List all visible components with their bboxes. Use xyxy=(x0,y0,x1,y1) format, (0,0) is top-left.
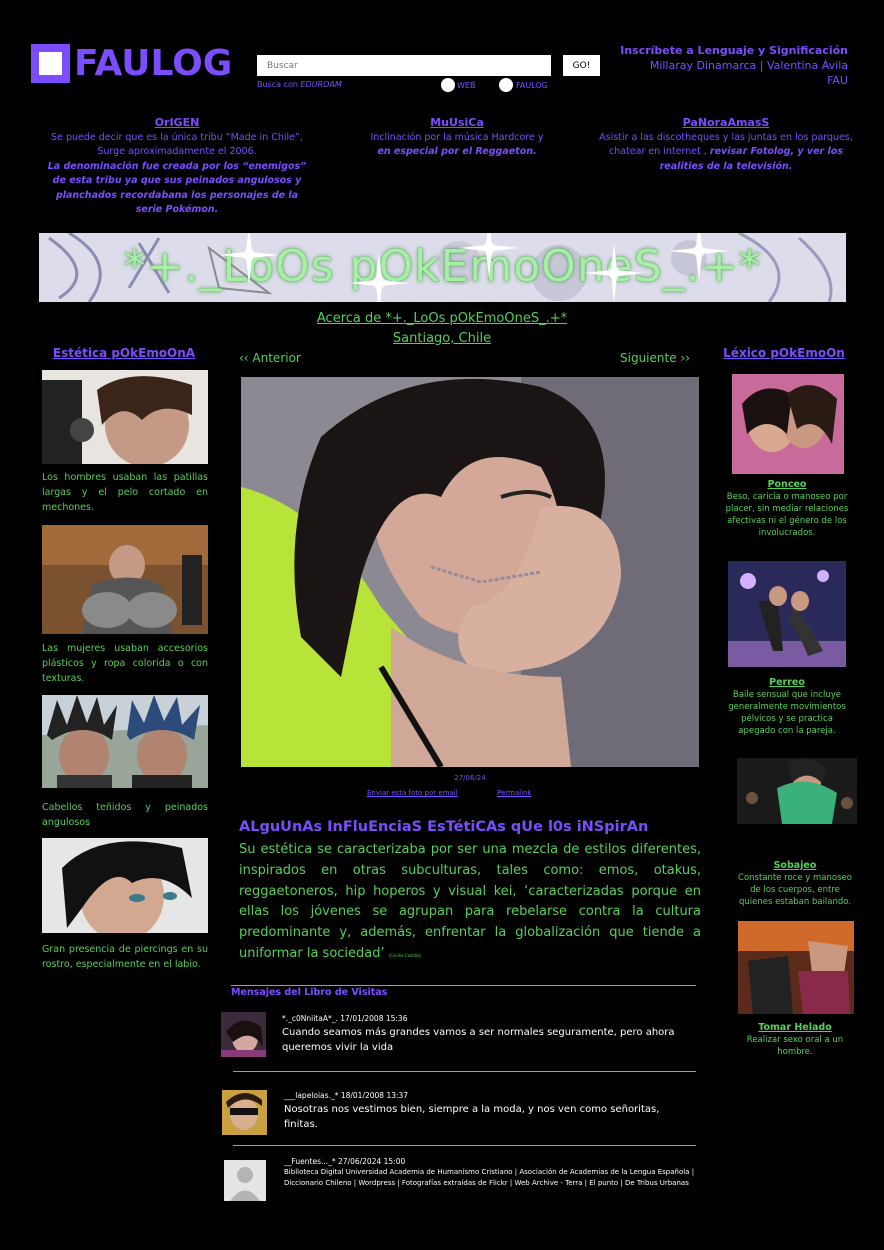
lexicon-photo-1[interactable] xyxy=(732,374,844,474)
permalink[interactable]: Permalink xyxy=(497,789,532,797)
logo-mark[interactable] xyxy=(31,44,70,83)
left-column-title[interactable]: Estética pOkEmoOnA xyxy=(42,346,206,360)
lexicon-definition: Realizar sexo oral a un hombre. xyxy=(746,1035,844,1057)
divider xyxy=(233,1071,696,1072)
influences-citation: (Cecilia Castillo) xyxy=(388,952,422,958)
aesthetic-photo-2[interactable] xyxy=(42,525,208,634)
intro-musica: MuUsiCa Inclinación por la música Hardco… xyxy=(332,116,582,160)
intro-origen-title[interactable]: OrIGEN xyxy=(42,116,312,131)
aesthetic-photo-4[interactable] xyxy=(42,838,208,933)
aesthetic-photo-3[interactable] xyxy=(42,695,208,788)
signup-block: Inscríbete a Lenguaje y Significación Mi… xyxy=(608,43,848,88)
logo-text[interactable]: FAULOG xyxy=(74,42,232,86)
influences-text: Su estética se caracterizaba por ser una… xyxy=(239,842,701,961)
radio-faulog-label: FAULOG xyxy=(516,81,548,90)
lexicon-term[interactable]: Ponceo xyxy=(725,479,849,490)
lexicon-photo-4[interactable] xyxy=(738,921,854,1014)
signup-school: FAU xyxy=(827,74,848,87)
sparkle-icon xyxy=(219,233,279,285)
influences-title: ALguUnAs InFluEnciaS EsTétiCAs qUe l0s i… xyxy=(239,819,649,835)
aesthetic-photo-1[interactable] xyxy=(42,370,208,464)
guestbook-entry-text: Biblioteca Digital Universidad Academia … xyxy=(284,1168,695,1187)
intro-musica-bold: en especial por el Reggaeton. xyxy=(377,146,537,157)
lexicon-definition: Beso, caricia o manoseo por placer, sin … xyxy=(725,492,849,538)
intro-origen-text: Se puede decir que es la única tribu “Ma… xyxy=(51,131,303,158)
about-location[interactable]: Santiago, Chile xyxy=(300,329,584,348)
send-email-link[interactable]: Enviar esta foto por email xyxy=(367,789,458,797)
guestbook-entry-text: Cuando seamos más grandes vamos a ser no… xyxy=(282,1027,675,1053)
guestbook-entry-text: Nosotras nos vestimos bien, siempre a la… xyxy=(284,1104,660,1130)
sparkle-icon xyxy=(459,233,519,278)
intro-musica-text: Inclinación por la música Hardcore y xyxy=(370,131,544,143)
lexicon-photo-3[interactable] xyxy=(737,758,857,824)
photo-date: 27/06/24 xyxy=(454,774,486,782)
radio-faulog[interactable] xyxy=(499,78,513,92)
main-photo[interactable] xyxy=(241,377,699,767)
intro-musica-title[interactable]: MuUsiCa xyxy=(332,116,582,131)
banner: *+._LoOs pOkEmoOneS_.+* xyxy=(39,233,846,302)
intro-origen: OrIGEN Se puede decir que es la única tr… xyxy=(42,116,312,218)
divider xyxy=(233,1145,696,1146)
intro-panoramas-title[interactable]: PaNoraAmasS xyxy=(594,116,858,131)
radio-web[interactable] xyxy=(441,78,455,92)
search-with-label: Busca con EDUROAM xyxy=(257,80,342,89)
previous-link[interactable]: ‹‹ Anterior xyxy=(239,351,301,365)
intro-origen-bold: La denominación fue creada por los “enem… xyxy=(47,160,307,216)
lexicon-definition: Constante roce y manoseo de los cuerpos,… xyxy=(738,873,852,907)
radio-web-label: WEB xyxy=(457,81,476,90)
lexicon-photo-2[interactable] xyxy=(728,561,846,667)
lexicon-definition: Baile sensual que incluye generalmente m… xyxy=(728,690,846,736)
guestbook-entry-meta: ___lapeloias._* 18/01/2008 13:37 xyxy=(284,1091,409,1100)
sparkle-icon xyxy=(669,233,729,281)
guestbook-entry-meta: __Fuentes..._* 27/06/2024 15:00 xyxy=(284,1157,406,1166)
aesthetic-caption-3: Cabellos teñidos y peinados angulosos xyxy=(42,802,208,828)
sparkle-icon xyxy=(584,243,644,302)
guestbook-title: Mensajes del Libro de Visitas xyxy=(231,987,388,998)
next-link[interactable]: Siguiente ›› xyxy=(620,351,690,365)
lexicon-term[interactable]: Sobajeo xyxy=(733,860,857,871)
search-go-button[interactable]: GO! xyxy=(563,55,600,76)
right-column-title[interactable]: Léxico pOkEmoOn xyxy=(722,346,846,360)
intro-panoramas: PaNoraAmasS Asistir a las discotheques y… xyxy=(594,116,858,174)
avatar[interactable] xyxy=(222,1090,267,1135)
lexicon-term[interactable]: Tomar Helado xyxy=(733,1022,857,1033)
guestbook-entry-meta: *._c0NniitaA*_. 17/01/2008 15:36 xyxy=(282,1014,408,1023)
signup-names: Millaray Dinamarca | Valentina Ávila xyxy=(649,59,848,72)
divider xyxy=(231,985,696,986)
signup-title[interactable]: Inscríbete a Lenguaje y Significación xyxy=(608,43,848,58)
default-avatar-icon[interactable] xyxy=(224,1160,266,1201)
aesthetic-caption-1: Los hombres usaban las patillas largas y… xyxy=(42,472,208,513)
aesthetic-caption-2: Las mujeres usaban accesorios plásticos … xyxy=(42,643,208,684)
lexicon-term[interactable]: Perreo xyxy=(725,677,849,688)
about-link[interactable]: Acerca de *+._LoOs pOkEmoOneS_.+* xyxy=(300,309,584,328)
search-input[interactable] xyxy=(257,55,551,76)
sparkle-icon xyxy=(349,253,409,302)
avatar[interactable] xyxy=(221,1012,266,1057)
aesthetic-caption-4: Gran presencia de piercings en su rostro… xyxy=(42,944,208,970)
